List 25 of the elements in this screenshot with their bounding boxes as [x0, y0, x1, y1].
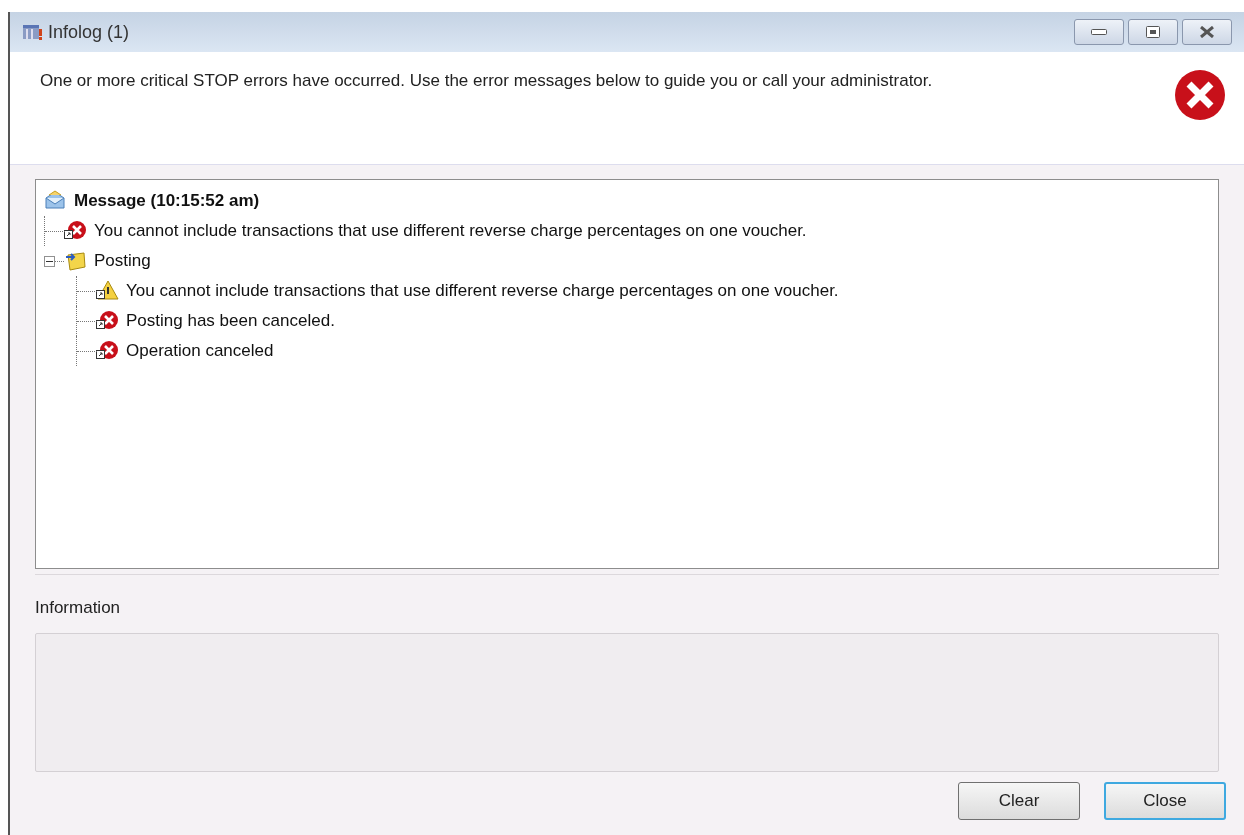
- error-icon: [1174, 69, 1226, 121]
- tree-item[interactable]: Posting: [94, 248, 151, 274]
- warning-icon: [96, 280, 120, 302]
- error-message: One or more critical STOP errors have occurred. Use the error messages below to guide you or call your administrator.: [40, 70, 933, 92]
- tree-item[interactable]: Message (10:15:52 am): [74, 188, 260, 214]
- tree-item[interactable]: Operation canceled: [126, 338, 274, 364]
- information-label: Information: [35, 597, 122, 619]
- error-icon: [64, 220, 88, 242]
- window-title: Infolog (1): [48, 20, 130, 44]
- window-list-icon: [22, 23, 44, 41]
- collapse-toggle[interactable]: [44, 255, 55, 267]
- dialog-button[interactable]: Clear: [958, 781, 1080, 820]
- minimize-icon: [1091, 29, 1107, 35]
- envelope-icon: [44, 190, 68, 212]
- error-icon: [96, 310, 120, 332]
- maximize-icon: [1146, 26, 1160, 38]
- tree-item[interactable]: You cannot include transactions that use different reverse charge percentages on one voucher.: [126, 278, 839, 304]
- close-button[interactable]: [1182, 19, 1232, 45]
- tree-item[interactable]: Posting has been canceled.: [126, 308, 335, 334]
- tree-item[interactable]: You cannot include transactions that use different reverse charge percentages on one voucher.: [94, 218, 807, 244]
- maximize-button[interactable]: [1128, 19, 1178, 45]
- close-icon: [1199, 26, 1215, 38]
- dialog-button[interactable]: Close: [1104, 781, 1226, 820]
- minimize-button[interactable]: [1074, 19, 1124, 45]
- error-icon: [96, 340, 120, 362]
